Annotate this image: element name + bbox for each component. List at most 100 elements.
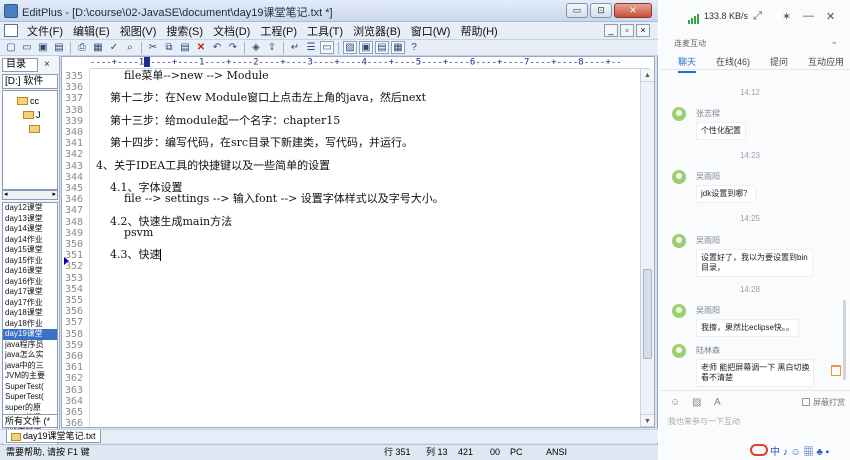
tab-questions[interactable]: 提问 bbox=[770, 55, 788, 68]
help-icon[interactable]: ? bbox=[407, 41, 421, 54]
menu-edit[interactable]: 编辑(E) bbox=[68, 23, 115, 39]
chevron-down-icon[interactable]: ⌄ bbox=[830, 36, 838, 47]
file-filter-select[interactable]: 所有文件 (* bbox=[2, 414, 58, 428]
paste-icon[interactable]: ▤ bbox=[178, 41, 192, 54]
file-list-item[interactable]: day15作业 bbox=[3, 256, 57, 267]
menu-project[interactable]: 工程(P) bbox=[255, 23, 302, 39]
delete-icon[interactable] bbox=[831, 365, 841, 376]
screen-icon[interactable]: ▭ bbox=[320, 41, 334, 54]
redo-icon[interactable]: ↷ bbox=[226, 41, 240, 54]
chat-input[interactable]: 我也来参与一下互动 bbox=[668, 416, 844, 430]
document-icon[interactable] bbox=[4, 24, 18, 37]
delete-icon[interactable]: ✕ bbox=[194, 41, 208, 54]
avatar[interactable] bbox=[672, 304, 686, 318]
file-list-item[interactable]: day17作业 bbox=[3, 298, 57, 309]
file-list-item[interactable]: day14作业 bbox=[3, 235, 57, 246]
menu-tools[interactable]: 工具(T) bbox=[302, 23, 348, 39]
save-icon[interactable]: ▣ bbox=[36, 41, 50, 54]
spellcheck-icon[interactable]: ✓ bbox=[107, 41, 121, 54]
close-button[interactable]: ✕ bbox=[614, 3, 652, 18]
tile-icon[interactable]: ▦ bbox=[391, 41, 405, 54]
scrollbar-thumb[interactable] bbox=[643, 269, 652, 359]
menu-view[interactable]: 视图(V) bbox=[115, 23, 162, 39]
file-list-item[interactable]: day16作业 bbox=[3, 277, 57, 288]
file-list-item[interactable]: day15课堂 bbox=[3, 245, 57, 256]
copy-icon[interactable]: ⧉ bbox=[162, 41, 176, 54]
menu-search[interactable]: 搜索(S) bbox=[161, 23, 208, 39]
pin-icon[interactable]: ✶ bbox=[782, 10, 791, 23]
scroll-up-icon[interactable]: ▲ bbox=[641, 69, 654, 82]
directory-tab[interactable]: 目录 bbox=[2, 58, 38, 72]
word-wrap-icon[interactable]: ↵ bbox=[288, 41, 302, 54]
status-mode: PC bbox=[510, 447, 523, 457]
file-list-item[interactable]: day16课堂 bbox=[3, 266, 57, 277]
cut-icon[interactable]: ✂ bbox=[146, 41, 160, 54]
menu-help[interactable]: 帮助(H) bbox=[455, 23, 502, 39]
mdi-restore-button[interactable]: ▫ bbox=[620, 24, 634, 37]
file-list-item[interactable]: SuperTest( bbox=[3, 382, 57, 393]
font-icon[interactable]: A bbox=[714, 397, 721, 408]
print-icon[interactable]: ⎙ bbox=[75, 41, 89, 54]
block-tips-checkbox[interactable] bbox=[802, 398, 810, 406]
undo-icon[interactable]: ↶ bbox=[210, 41, 224, 54]
tab-online[interactable]: 在线(46) bbox=[716, 55, 750, 68]
tree-item[interactable]: cc bbox=[17, 95, 39, 107]
tree-item[interactable] bbox=[29, 123, 42, 135]
window-icon[interactable]: ▤ bbox=[375, 41, 389, 54]
editor-vertical-scrollbar[interactable]: ▲ ▼ bbox=[640, 69, 654, 427]
file-list-item[interactable]: day19课堂 bbox=[3, 329, 57, 340]
cliptext-icon[interactable]: ▨ bbox=[343, 41, 357, 54]
maximize-button[interactable]: ⊡ bbox=[590, 3, 612, 18]
image-icon[interactable]: ▨ bbox=[692, 397, 701, 408]
file-list-item[interactable]: super的原 bbox=[3, 403, 57, 414]
document-tab[interactable]: day19课堂笔记.txt bbox=[6, 430, 101, 443]
minimize-button[interactable]: ▭ bbox=[566, 3, 588, 18]
chat-top-bar: 133.8 KB/s ⤢ ✶ — ✕ bbox=[660, 0, 850, 36]
file-list-item[interactable]: SuperTest( bbox=[3, 392, 57, 403]
editor[interactable]: ----+----1 ----+----1----+----2----+----3… bbox=[61, 56, 655, 428]
menu-document[interactable]: 文档(D) bbox=[208, 23, 255, 39]
file-list-item[interactable]: java程序员 bbox=[3, 340, 57, 351]
popout-icon[interactable]: ⤢ bbox=[753, 10, 762, 23]
print-preview-icon[interactable]: ▦ bbox=[91, 41, 105, 54]
avatar[interactable] bbox=[672, 107, 686, 121]
ftp-icon[interactable]: ⇪ bbox=[265, 41, 279, 54]
find-icon[interactable]: ⌕ bbox=[123, 41, 137, 54]
file-list-item[interactable]: day13课堂 bbox=[3, 214, 57, 225]
file-list-item[interactable]: day17课堂 bbox=[3, 287, 57, 298]
open-folder-icon[interactable]: ▭ bbox=[20, 41, 34, 54]
file-list-item[interactable]: day18课堂 bbox=[3, 308, 57, 319]
avatar[interactable] bbox=[672, 170, 686, 184]
file-list-item[interactable]: JVM的主要 bbox=[3, 371, 57, 382]
file-list-item[interactable]: day14课堂 bbox=[3, 224, 57, 235]
ruler-icon[interactable]: ☰ bbox=[304, 41, 318, 54]
tree-item[interactable]: J bbox=[23, 109, 41, 121]
tray-app-logo-icon[interactable] bbox=[750, 444, 768, 456]
mdi-minimize-button[interactable]: _ bbox=[604, 24, 618, 37]
tree-horizontal-scrollbar[interactable]: ◂ ▸ bbox=[2, 190, 58, 200]
find-replace-icon[interactable]: ◈ bbox=[249, 41, 263, 54]
menu-browser[interactable]: 浏览器(B) bbox=[348, 23, 406, 39]
file-list-item[interactable]: day12课堂 bbox=[3, 203, 57, 214]
avatar[interactable] bbox=[672, 344, 686, 358]
file-list-item[interactable]: java中的三 bbox=[3, 361, 57, 372]
file-list-item[interactable]: java怎么实 bbox=[3, 350, 57, 361]
tray-icons[interactable]: 中 ♪ ☺ ▦ ♣ ▪ bbox=[770, 443, 829, 458]
drive-select[interactable]: [D:] 软件 bbox=[2, 74, 58, 89]
menu-file[interactable]: 文件(F) bbox=[22, 23, 68, 39]
fullscreen-icon[interactable]: ▣ bbox=[359, 41, 373, 54]
chat-scrollbar[interactable] bbox=[843, 300, 846, 380]
minimize-icon[interactable]: — bbox=[803, 10, 814, 22]
avatar[interactable] bbox=[672, 234, 686, 248]
scroll-down-icon[interactable]: ▼ bbox=[641, 414, 654, 427]
tab-interactive-apps[interactable]: 互动应用 bbox=[808, 55, 844, 68]
panel-close-icon[interactable]: × bbox=[44, 59, 50, 70]
close-icon[interactable]: ✕ bbox=[826, 10, 835, 23]
tab-chat[interactable]: 聊天 bbox=[678, 55, 697, 73]
new-file-icon[interactable]: ▢ bbox=[4, 41, 18, 54]
save-all-icon[interactable]: ▤ bbox=[52, 41, 66, 54]
emoji-icon[interactable]: ☺ bbox=[670, 397, 680, 408]
menu-window[interactable]: 窗口(W) bbox=[406, 23, 456, 39]
mdi-close-button[interactable]: × bbox=[636, 24, 650, 37]
file-list-item[interactable]: day18作业 bbox=[3, 319, 57, 330]
